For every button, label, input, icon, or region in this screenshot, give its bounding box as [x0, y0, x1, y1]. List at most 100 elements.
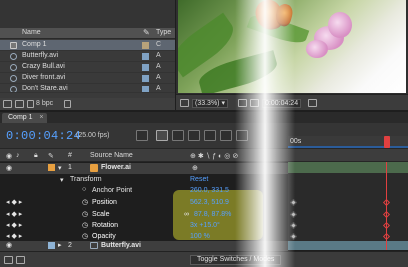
- visibility-eye-icon[interactable]: ◉: [6, 164, 12, 172]
- collapse-switch-icon[interactable]: ⊕: [192, 164, 198, 172]
- keyframe-marker[interactable]: [289, 198, 298, 207]
- composition-icon: [10, 42, 17, 49]
- property-row-rotation[interactable]: ◂ ◆ ▸ ◷ Rotation 3x +15.0°: [0, 221, 290, 231]
- keyframe-marker[interactable]: [382, 232, 391, 241]
- transform-reset-link[interactable]: Reset: [190, 176, 208, 183]
- new-composition-icon[interactable]: [27, 100, 34, 108]
- footage-icon: [10, 86, 17, 92]
- transform-group-row[interactable]: ▾ Transform Reset: [0, 175, 290, 185]
- stopwatch-icon[interactable]: ◷: [82, 210, 88, 218]
- project-item-name: Don't Stare.avi: [22, 85, 68, 92]
- new-composition-view-icon[interactable]: [136, 130, 148, 141]
- label-color-swatch[interactable]: [142, 86, 149, 92]
- close-tab-icon[interactable]: ×: [39, 113, 43, 123]
- property-row-position[interactable]: ◂ ◆ ▸ ◷ Position 562.3, 510.9: [0, 198, 290, 208]
- composition-preview-image[interactable]: [178, 0, 406, 93]
- bit-depth-button[interactable]: 8 bpc: [36, 100, 53, 107]
- grid-icon[interactable]: [238, 99, 247, 107]
- project-item-name: Diver front.avi: [22, 74, 66, 81]
- flower-petal: [328, 12, 352, 38]
- lock-icon[interactable]: 🔒︎: [34, 152, 38, 160]
- layer-label-color[interactable]: [48, 164, 55, 171]
- current-time-indicator[interactable]: [384, 136, 390, 148]
- timeline-keyframe-area[interactable]: [288, 162, 408, 250]
- layer-duration-bar[interactable]: [288, 162, 408, 173]
- motion-blur-icon[interactable]: [204, 130, 216, 141]
- project-item-diver-front[interactable]: Diver front.avi A: [0, 73, 175, 84]
- layer-name[interactable]: Flower.ai: [101, 164, 131, 171]
- twirl-down-icon[interactable]: ▾: [60, 176, 64, 184]
- keyframe-navigator[interactable]: ◂ ◆ ▸: [6, 210, 22, 218]
- project-item-crazy-bull[interactable]: Crazy Bull.avi A: [0, 62, 175, 73]
- project-item-comp-1[interactable]: Comp 1 C: [0, 40, 175, 51]
- property-value[interactable]: 3x +15.0°: [190, 222, 220, 229]
- camera-snapshot-icon[interactable]: [250, 99, 259, 107]
- layer-number: 2: [68, 242, 72, 249]
- project-item-type: A: [156, 52, 161, 59]
- magnification-dropdown[interactable]: (33.3%) ▾: [192, 99, 228, 108]
- interpret-footage-icon[interactable]: [3, 100, 12, 108]
- label-color-swatch[interactable]: [142, 42, 149, 49]
- switches-column-icons[interactable]: ⊕✱∖ƒ◐◎⊘: [190, 152, 240, 160]
- label-column-icon[interactable]: ✎: [48, 152, 54, 160]
- keyframe-marker[interactable]: [289, 221, 298, 230]
- keyframe-navigator[interactable]: ◂ ◆ ▸: [6, 198, 22, 206]
- label-color-swatch[interactable]: [142, 75, 149, 82]
- type-column-header[interactable]: Type: [156, 29, 171, 36]
- graph-editor-icon[interactable]: [236, 130, 248, 141]
- current-time-display[interactable]: 0:00:04:24: [6, 129, 81, 143]
- toggle-switches-modes-button[interactable]: Toggle Switches / Modes: [190, 255, 282, 265]
- label-column-icon[interactable]: ✎: [143, 28, 150, 37]
- property-row-scale[interactable]: ◂ ◆ ▸ ◷ Scale ∞ 87.8, 87.8%: [0, 210, 290, 220]
- audio-icon[interactable]: ♪: [16, 152, 20, 159]
- source-name-column-header[interactable]: Source Name: [90, 152, 133, 159]
- layer-row-butterfly[interactable]: ◉ ▸ 2 Butterfly.avi: [0, 241, 288, 251]
- keyframe-marker[interactable]: [382, 210, 391, 219]
- layer-duration-bar[interactable]: [288, 241, 408, 250]
- always-preview-icon[interactable]: [180, 99, 189, 107]
- property-row-anchor-point[interactable]: ○ Anchor Point 260.0, 331.5: [0, 186, 290, 196]
- label-color-swatch[interactable]: [142, 53, 149, 60]
- layer-switches-icon[interactable]: [4, 256, 13, 264]
- new-folder-icon[interactable]: [15, 100, 24, 108]
- visibility-eye-icon[interactable]: ◉: [6, 241, 12, 249]
- constrain-proportions-icon[interactable]: ∞: [184, 211, 189, 218]
- stopwatch-icon[interactable]: ◷: [82, 232, 88, 240]
- transfer-controls-icon[interactable]: [16, 256, 25, 264]
- layer-name[interactable]: Butterfly.avi: [101, 242, 141, 249]
- project-item-dont-stare[interactable]: Don't Stare.avi A: [0, 84, 175, 93]
- label-color-swatch[interactable]: [142, 64, 149, 71]
- stopwatch-icon[interactable]: ◷: [82, 221, 88, 229]
- layer-label-color[interactable]: [48, 242, 55, 249]
- av-features-eye-icon[interactable]: ◉: [6, 152, 12, 160]
- draft-3d-icon[interactable]: [156, 130, 168, 141]
- twirl-right-icon[interactable]: ▸: [58, 241, 62, 249]
- trash-icon[interactable]: [64, 100, 71, 108]
- stopwatch-icon[interactable]: ○: [82, 186, 86, 193]
- keyframe-marker[interactable]: [289, 232, 298, 241]
- name-column-header[interactable]: Name: [22, 29, 41, 36]
- stopwatch-icon[interactable]: ◷: [82, 198, 88, 206]
- keyframe-navigator[interactable]: ◂ ◆ ▸: [6, 232, 22, 240]
- keyframe-marker[interactable]: [289, 210, 298, 219]
- keyframe-marker[interactable]: [382, 198, 391, 207]
- frame-blending-icon[interactable]: [188, 130, 200, 141]
- composition-viewer: (33.3%) ▾ 0:00:04:24: [176, 0, 408, 110]
- keyframe-marker[interactable]: [382, 221, 391, 230]
- project-item-name: Butterfly.avi: [22, 52, 59, 59]
- tab-comp-1[interactable]: Comp 1 ×: [2, 113, 47, 123]
- project-item-butterfly[interactable]: Butterfly.avi A: [0, 51, 175, 62]
- property-value[interactable]: 100 %: [190, 233, 210, 240]
- flower-petal: [306, 40, 328, 58]
- twirl-down-icon[interactable]: ▾: [58, 164, 62, 172]
- layer-row-flower[interactable]: ◉ ▾ 1 Flower.ai ⊕: [0, 163, 288, 174]
- hide-shy-layers-icon[interactable]: [172, 130, 184, 141]
- property-value[interactable]: 87.8, 87.8%: [194, 211, 231, 218]
- property-value[interactable]: 260.0, 331.5: [190, 187, 229, 194]
- show-snapshot-icon[interactable]: [308, 99, 317, 107]
- property-value[interactable]: 562.3, 510.9: [190, 199, 229, 206]
- keyframe-navigator[interactable]: ◂ ◆ ▸: [6, 221, 22, 229]
- viewer-timecode[interactable]: 0:00:04:24: [262, 99, 302, 108]
- brainstorm-icon[interactable]: [220, 130, 232, 141]
- time-ruler[interactable]: 00s: [288, 136, 408, 148]
